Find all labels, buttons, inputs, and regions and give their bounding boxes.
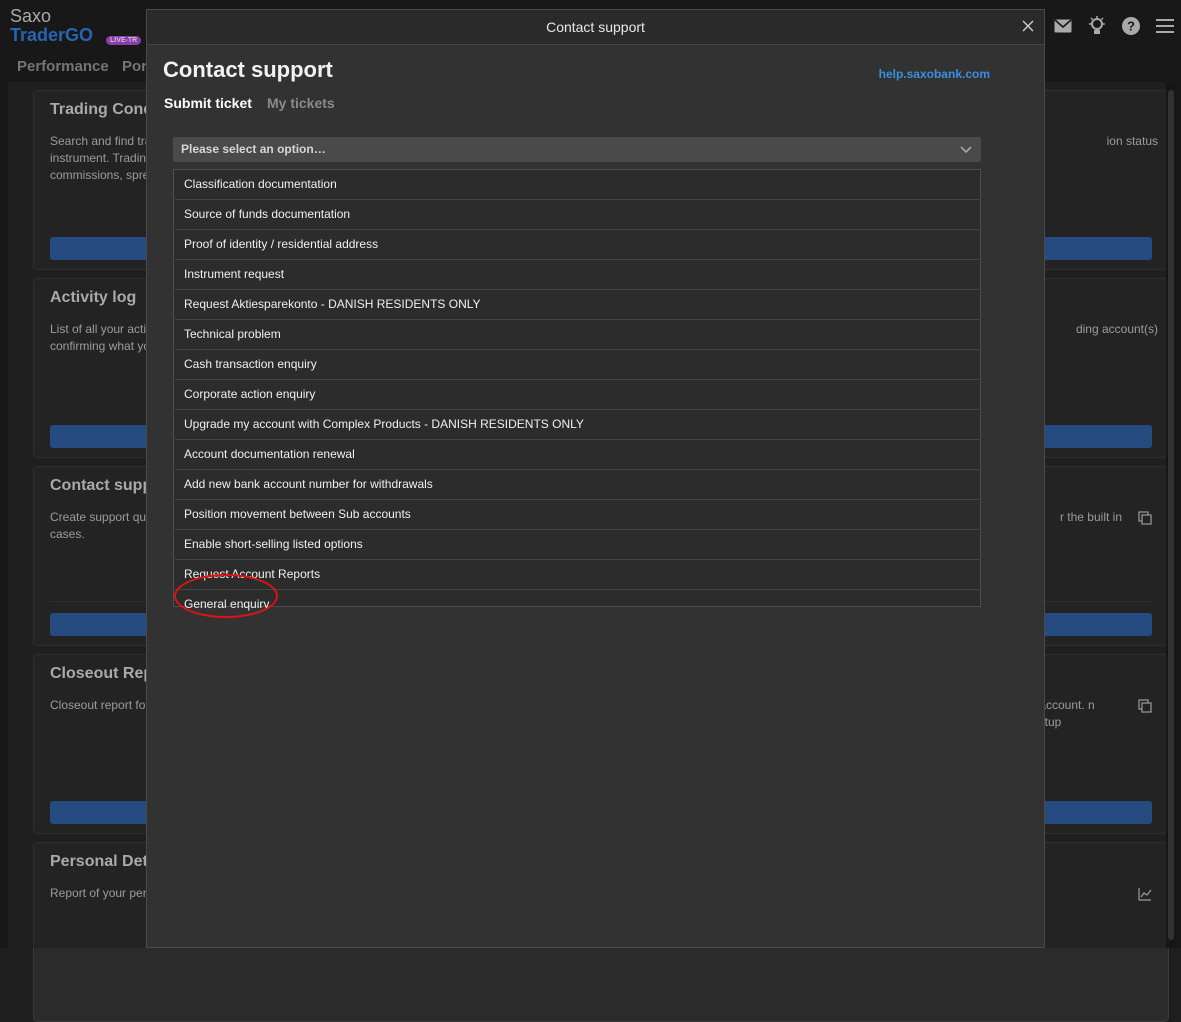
option-classification-documentation[interactable]: Classification documentation bbox=[175, 170, 979, 200]
option-corporate-action[interactable]: Corporate action enquiry bbox=[175, 380, 979, 410]
close-icon[interactable] bbox=[1018, 16, 1038, 36]
option-cash-transaction[interactable]: Cash transaction enquiry bbox=[175, 350, 979, 380]
select-placeholder: Please select an option… bbox=[181, 142, 326, 156]
category-dropdown-list: Classification documentation Source of f… bbox=[173, 169, 981, 611]
tab-submit-ticket[interactable]: Submit ticket bbox=[164, 95, 252, 111]
help-link[interactable]: help.saxobank.com bbox=[879, 67, 990, 81]
option-position-movement[interactable]: Position movement between Sub accounts bbox=[175, 500, 979, 530]
option-general-enquiry[interactable]: General enquiry bbox=[175, 590, 979, 619]
option-proof-of-identity[interactable]: Proof of identity / residential address bbox=[175, 230, 979, 260]
option-documentation-renewal[interactable]: Account documentation renewal bbox=[175, 440, 979, 470]
modal-header-title: Contact support bbox=[546, 19, 645, 35]
option-instrument-request[interactable]: Instrument request bbox=[175, 260, 979, 290]
option-bank-account[interactable]: Add new bank account number for withdraw… bbox=[175, 470, 979, 500]
category-select[interactable]: Please select an option… bbox=[173, 137, 981, 162]
option-complex-products[interactable]: Upgrade my account with Complex Products… bbox=[175, 410, 979, 440]
option-account-reports[interactable]: Request Account Reports bbox=[175, 560, 979, 590]
page-title: Contact support bbox=[163, 57, 333, 82]
option-technical-problem[interactable]: Technical problem bbox=[175, 320, 979, 350]
modal-header: Contact support bbox=[147, 10, 1044, 45]
tab-my-tickets[interactable]: My tickets bbox=[267, 95, 335, 111]
option-source-of-funds[interactable]: Source of funds documentation bbox=[175, 200, 979, 230]
chevron-down-icon bbox=[959, 143, 973, 155]
option-short-selling[interactable]: Enable short-selling listed options bbox=[175, 530, 979, 560]
contact-support-modal: Contact support Contact support help.sax… bbox=[146, 9, 1045, 948]
option-aktiesparekonto[interactable]: Request Aktiesparekonto - DANISH RESIDEN… bbox=[175, 290, 979, 320]
